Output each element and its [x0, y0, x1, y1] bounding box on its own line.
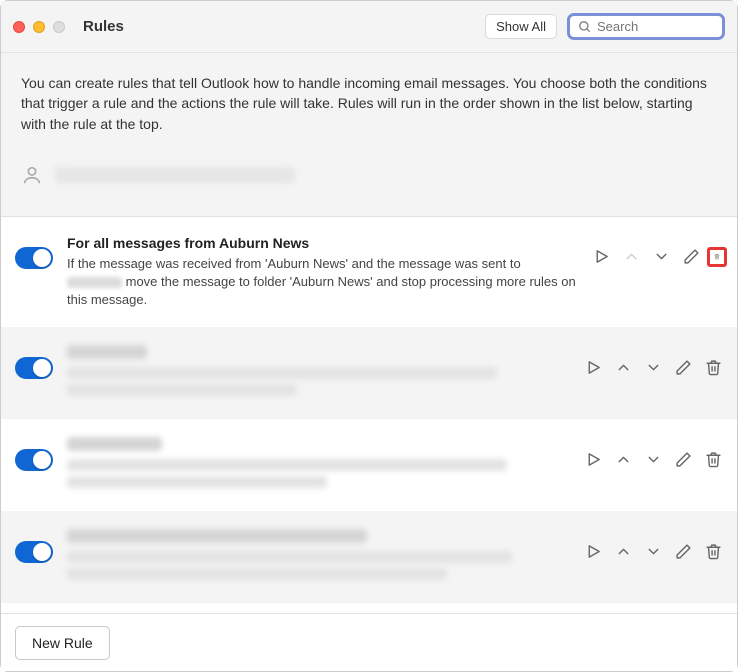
- move-down-button[interactable]: [651, 247, 671, 267]
- search-field-wrap[interactable]: [567, 13, 725, 40]
- window-controls: [13, 21, 65, 33]
- rule-desc-redacted: [67, 367, 497, 379]
- footer: New Rule: [1, 613, 737, 671]
- titlebar: Rules Show All: [1, 1, 737, 53]
- window-title: Rules: [83, 18, 124, 35]
- new-rule-button[interactable]: New Rule: [15, 626, 110, 660]
- pencil-icon: [675, 451, 692, 468]
- rule-text: [67, 345, 569, 401]
- rule-title-redacted: [67, 437, 162, 451]
- pencil-icon: [675, 543, 692, 560]
- rule-desc-suffix: move the message to folder 'Auburn News'…: [67, 274, 576, 307]
- move-down-button[interactable]: [643, 541, 663, 561]
- account-row: [21, 164, 717, 186]
- rule-title-redacted: [67, 529, 367, 543]
- rule-actions: [583, 541, 723, 561]
- delete-rule-button[interactable]: [703, 541, 723, 561]
- run-rule-button[interactable]: [591, 247, 611, 267]
- description-panel: You can create rules that tell Outlook h…: [1, 53, 737, 217]
- chevron-up-icon: [623, 248, 640, 265]
- rule-toggle[interactable]: [15, 357, 53, 379]
- run-icon: [585, 451, 602, 468]
- move-up-button[interactable]: [613, 449, 633, 469]
- trash-icon: [705, 543, 722, 560]
- edit-rule-button[interactable]: [673, 357, 693, 377]
- delete-rule-button[interactable]: [703, 449, 723, 469]
- chevron-down-icon: [645, 543, 662, 560]
- trash-icon: [705, 359, 722, 376]
- rule-desc-redacted: [67, 476, 327, 488]
- trash-icon: [714, 248, 720, 265]
- rule-toggle[interactable]: [15, 247, 53, 269]
- rules-list[interactable]: For all messages from Auburn News If the …: [1, 217, 737, 617]
- rule-desc-redacted: [67, 568, 447, 580]
- move-up-button[interactable]: [613, 357, 633, 377]
- rule-actions: [583, 449, 723, 469]
- rule-desc-prefix: If the message was received from 'Auburn…: [67, 256, 521, 271]
- chevron-down-icon: [645, 451, 662, 468]
- rule-text: [67, 529, 569, 585]
- chevron-up-icon: [615, 451, 632, 468]
- rule-desc-redacted: [67, 459, 507, 471]
- pencil-icon: [675, 359, 692, 376]
- show-all-button[interactable]: Show All: [485, 14, 557, 39]
- rule-actions: [591, 247, 723, 267]
- chevron-up-icon: [615, 543, 632, 560]
- chevron-up-icon: [615, 359, 632, 376]
- run-icon: [585, 543, 602, 560]
- edit-rule-button[interactable]: [673, 541, 693, 561]
- move-up-button[interactable]: [613, 541, 633, 561]
- run-rule-button[interactable]: [583, 357, 603, 377]
- account-email-redacted: [55, 167, 295, 183]
- rule-row: [1, 327, 737, 419]
- delete-rule-button[interactable]: [703, 357, 723, 377]
- rule-desc-redacted: [67, 384, 297, 396]
- person-icon: [21, 164, 43, 186]
- rule-desc-redacted: [67, 551, 512, 563]
- chevron-down-icon: [653, 248, 670, 265]
- edit-rule-button[interactable]: [681, 247, 701, 267]
- rule-title: For all messages from Auburn News: [67, 235, 577, 251]
- rule-text: For all messages from Auburn News If the …: [67, 235, 577, 310]
- edit-rule-button[interactable]: [673, 449, 693, 469]
- rule-row: [1, 511, 737, 603]
- close-window-button[interactable]: [13, 21, 25, 33]
- rule-title-redacted: [67, 345, 147, 359]
- run-icon: [593, 248, 610, 265]
- move-down-button[interactable]: [643, 449, 663, 469]
- rule-recipient-redacted: [67, 277, 122, 288]
- zoom-window-button[interactable]: [53, 21, 65, 33]
- pencil-icon: [683, 248, 700, 265]
- rule-toggle[interactable]: [15, 541, 53, 563]
- delete-rule-button[interactable]: [707, 247, 727, 267]
- search-input[interactable]: [597, 19, 714, 34]
- search-icon: [578, 20, 592, 34]
- trash-icon: [705, 451, 722, 468]
- run-icon: [585, 359, 602, 376]
- run-rule-button[interactable]: [583, 541, 603, 561]
- run-rule-button[interactable]: [583, 449, 603, 469]
- rule-row: For all messages from Auburn News If the …: [1, 217, 737, 328]
- rule-actions: [583, 357, 723, 377]
- minimize-window-button[interactable]: [33, 21, 45, 33]
- rule-toggle[interactable]: [15, 449, 53, 471]
- rule-description: If the message was received from 'Auburn…: [67, 255, 577, 310]
- rules-description: You can create rules that tell Outlook h…: [21, 73, 717, 134]
- move-down-button[interactable]: [643, 357, 663, 377]
- chevron-down-icon: [645, 359, 662, 376]
- move-up-button: [621, 247, 641, 267]
- rule-text: [67, 437, 569, 493]
- rule-row: [1, 419, 737, 511]
